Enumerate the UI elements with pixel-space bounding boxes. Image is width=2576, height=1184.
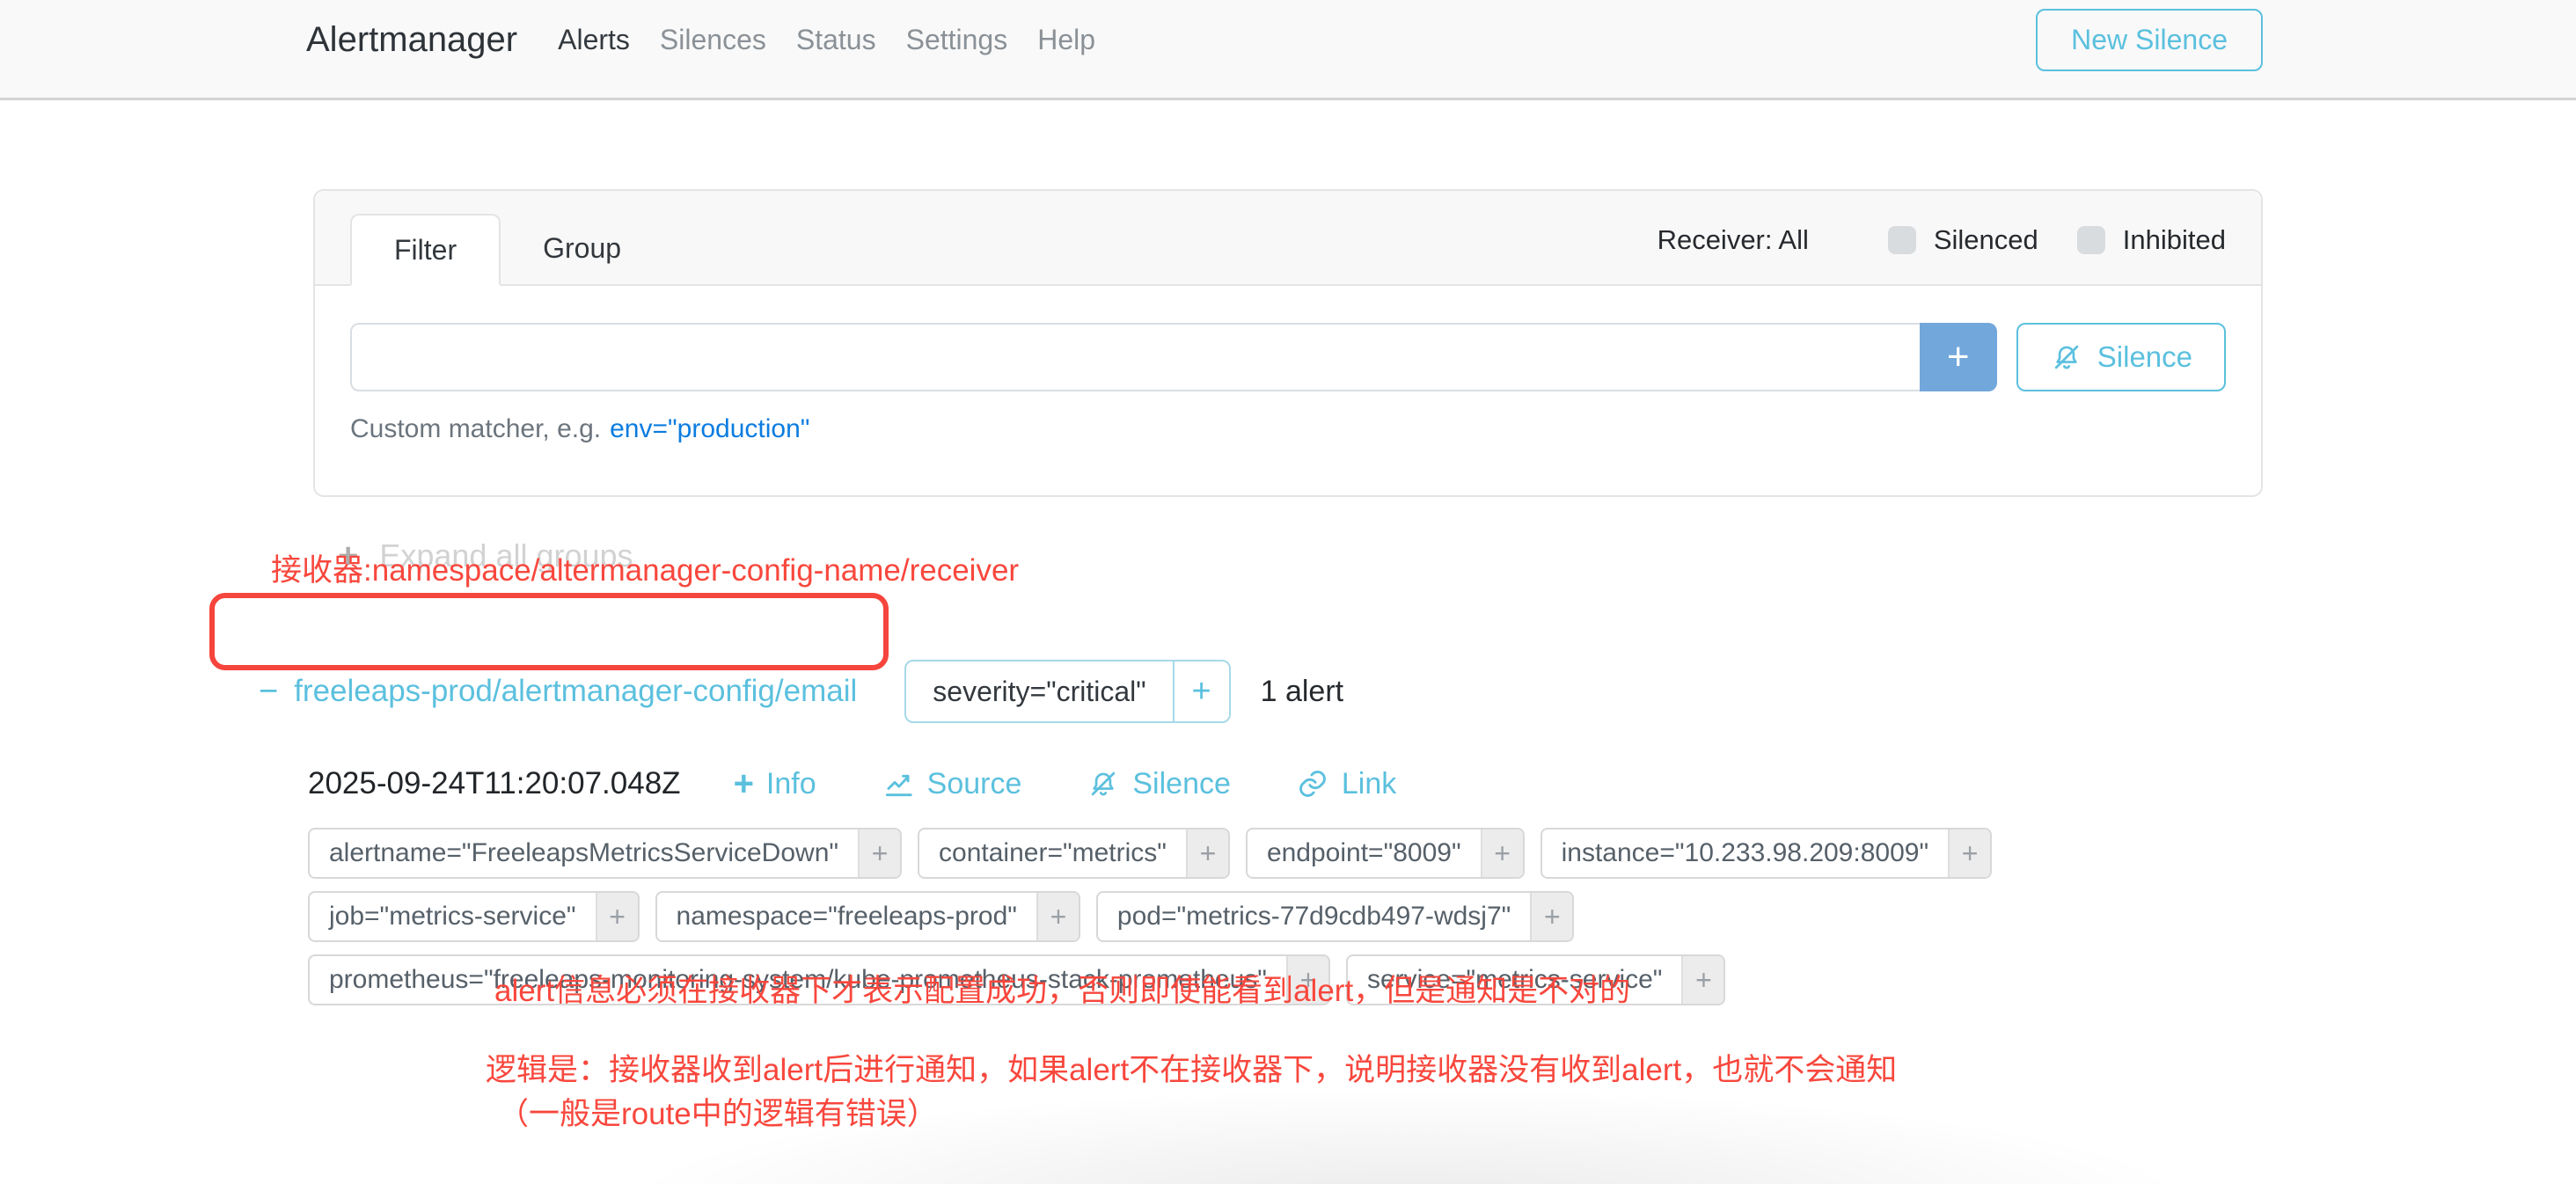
nav-item-silences[interactable]: Silences bbox=[660, 24, 766, 56]
label-text: endpoint="8009" bbox=[1248, 830, 1481, 877]
link-action[interactable]: Link bbox=[1296, 767, 1396, 801]
matcher-hint-text: Custom matcher, e.g. bbox=[350, 414, 601, 443]
label-tag: container="metrics" + bbox=[918, 828, 1230, 879]
label-add-filter-button[interactable]: + bbox=[1530, 893, 1572, 940]
matcher-input-group: + bbox=[350, 323, 1997, 391]
alert-labels: alertname="FreeleapsMetricsServiceDown" … bbox=[308, 828, 2067, 1005]
info-plus-icon: + bbox=[734, 766, 754, 801]
group-matcher-label: severity="critical" bbox=[906, 661, 1172, 721]
annotation-logic-note-2: （一般是route中的逻辑有错误） bbox=[498, 1089, 938, 1134]
info-action[interactable]: + Info bbox=[734, 766, 816, 801]
nav-item-settings[interactable]: Settings bbox=[906, 24, 1008, 56]
bell-slash-icon bbox=[1087, 767, 1120, 800]
collapse-minus-icon: − bbox=[259, 675, 278, 708]
alert-detail: 2025-09-24T11:20:07.048Z + Info Source bbox=[313, 766, 2263, 1005]
chart-line-icon bbox=[882, 767, 915, 800]
filter-card-body: + Silence Custom mat bbox=[315, 286, 2261, 495]
silence-action-label: Silence bbox=[1132, 767, 1231, 801]
link-action-label: Link bbox=[1342, 767, 1396, 801]
silence-filter-button[interactable]: Silence bbox=[2016, 323, 2226, 391]
alert-count: 1 alert bbox=[1261, 675, 1344, 709]
label-tag: endpoint="8009" + bbox=[1246, 828, 1525, 879]
nav-item-status[interactable]: Status bbox=[796, 24, 876, 56]
label-tag: alertname="FreeleapsMetricsServiceDown" … bbox=[308, 828, 902, 879]
silence-action[interactable]: Silence bbox=[1087, 767, 1231, 801]
label-add-filter-button[interactable]: + bbox=[1948, 830, 1990, 877]
receiver-dropdown[interactable]: Receiver: All bbox=[1658, 224, 1809, 256]
new-silence-button[interactable]: New Silence bbox=[2036, 9, 2263, 71]
label-tag: instance="10.233.98.209:8009" + bbox=[1540, 828, 1992, 879]
label-add-filter-button[interactable]: + bbox=[1036, 893, 1079, 940]
label-add-filter-button[interactable]: + bbox=[596, 893, 638, 940]
matcher-input[interactable] bbox=[350, 323, 1920, 391]
add-matcher-button[interactable]: + bbox=[1920, 323, 1997, 391]
label-tag: prometheus="freeleaps-monitoring-system/… bbox=[308, 954, 1330, 1005]
group-matcher-add-button[interactable]: + bbox=[1173, 661, 1229, 721]
label-tag: namespace="freeleaps-prod" + bbox=[655, 891, 1080, 942]
bottom-shadow bbox=[616, 1087, 2199, 1184]
matcher-hint: Custom matcher, e.g. env="production" bbox=[350, 414, 2226, 444]
label-add-filter-button[interactable]: + bbox=[1481, 830, 1523, 877]
top-navbar: Alertmanager Alerts Silences Status Sett… bbox=[0, 0, 2576, 100]
group-matcher-chip: severity="critical" + bbox=[904, 660, 1230, 723]
nav-item-alerts[interactable]: Alerts bbox=[558, 24, 630, 56]
source-action-label: Source bbox=[927, 767, 1022, 801]
expand-all-groups-button[interactable]: + Expand all groups bbox=[338, 537, 633, 574]
label-text: prometheus="freeleaps-monitoring-system/… bbox=[310, 956, 1286, 1004]
app-brand[interactable]: Alertmanager bbox=[306, 20, 517, 60]
nav-links: Alerts Silences Status Settings Help bbox=[558, 24, 1095, 56]
filter-card: Filter Group Receiver: All Silenced Inhi… bbox=[313, 189, 2263, 497]
main-container: Filter Group Receiver: All Silenced Inhi… bbox=[313, 189, 2263, 1005]
label-add-filter-button[interactable]: + bbox=[1286, 956, 1328, 1004]
silenced-checkbox[interactable] bbox=[1888, 226, 1916, 254]
alert-header-row: 2025-09-24T11:20:07.048Z + Info Source bbox=[308, 766, 2263, 801]
tab-group[interactable]: Group bbox=[501, 212, 663, 284]
matcher-row: + Silence bbox=[350, 323, 2226, 391]
label-tag: pod="metrics-77d9cdb497-wdsj7" + bbox=[1096, 891, 1574, 942]
inhibited-checkbox[interactable] bbox=[2077, 226, 2105, 254]
label-text: instance="10.233.98.209:8009" bbox=[1542, 830, 1948, 877]
expand-plus-icon: + bbox=[338, 538, 358, 574]
label-text: container="metrics" bbox=[919, 830, 1186, 877]
label-text: alertname="FreeleapsMetricsServiceDown" bbox=[310, 830, 858, 877]
nav-item-help[interactable]: Help bbox=[1037, 24, 1095, 56]
label-text: pod="metrics-77d9cdb497-wdsj7" bbox=[1098, 893, 1530, 940]
label-tag: service="metrics-service" + bbox=[1346, 954, 1726, 1005]
inhibited-checkbox-group: Inhibited bbox=[2077, 224, 2226, 256]
receiver-group-button[interactable]: − freeleaps-prod/alertmanager-config/ema… bbox=[229, 659, 887, 724]
matcher-example-link[interactable]: env="production" bbox=[610, 414, 809, 443]
header-controls: Receiver: All Silenced Inhibited bbox=[1658, 224, 2226, 256]
filter-card-header: Filter Group Receiver: All Silenced Inhi… bbox=[315, 191, 2261, 286]
label-text: namespace="freeleaps-prod" bbox=[657, 893, 1036, 940]
expand-all-groups-label: Expand all groups bbox=[379, 537, 633, 574]
info-action-label: Info bbox=[766, 767, 816, 801]
silence-filter-label: Silence bbox=[2097, 340, 2192, 374]
link-chain-icon bbox=[1296, 767, 1329, 800]
bell-slash-icon bbox=[2050, 340, 2083, 374]
alertmanager-page: Alertmanager Alerts Silences Status Sett… bbox=[0, 0, 2576, 1184]
source-action[interactable]: Source bbox=[882, 767, 1022, 801]
label-add-filter-button[interactable]: + bbox=[1186, 830, 1228, 877]
label-add-filter-button[interactable]: + bbox=[1681, 956, 1723, 1004]
alert-timestamp: 2025-09-24T11:20:07.048Z bbox=[308, 766, 681, 801]
annotation-logic-note: 逻辑是：接收器收到alert后进行通知，如果alert不在接收器下，说明接收器没… bbox=[486, 1045, 1897, 1090]
label-tag: job="metrics-service" + bbox=[308, 891, 640, 942]
alert-group-row: − freeleaps-prod/alertmanager-config/ema… bbox=[229, 659, 2263, 724]
silenced-checkbox-label[interactable]: Silenced bbox=[1934, 224, 2038, 256]
inhibited-checkbox-label[interactable]: Inhibited bbox=[2123, 224, 2226, 256]
label-text: service="metrics-service" bbox=[1348, 956, 1682, 1004]
label-text: job="metrics-service" bbox=[310, 893, 596, 940]
tab-filter[interactable]: Filter bbox=[350, 214, 501, 286]
receiver-group-label: freeleaps-prod/alertmanager-config/email bbox=[294, 674, 857, 709]
silenced-checkbox-group: Silenced bbox=[1888, 224, 2038, 256]
label-add-filter-button[interactable]: + bbox=[858, 830, 900, 877]
